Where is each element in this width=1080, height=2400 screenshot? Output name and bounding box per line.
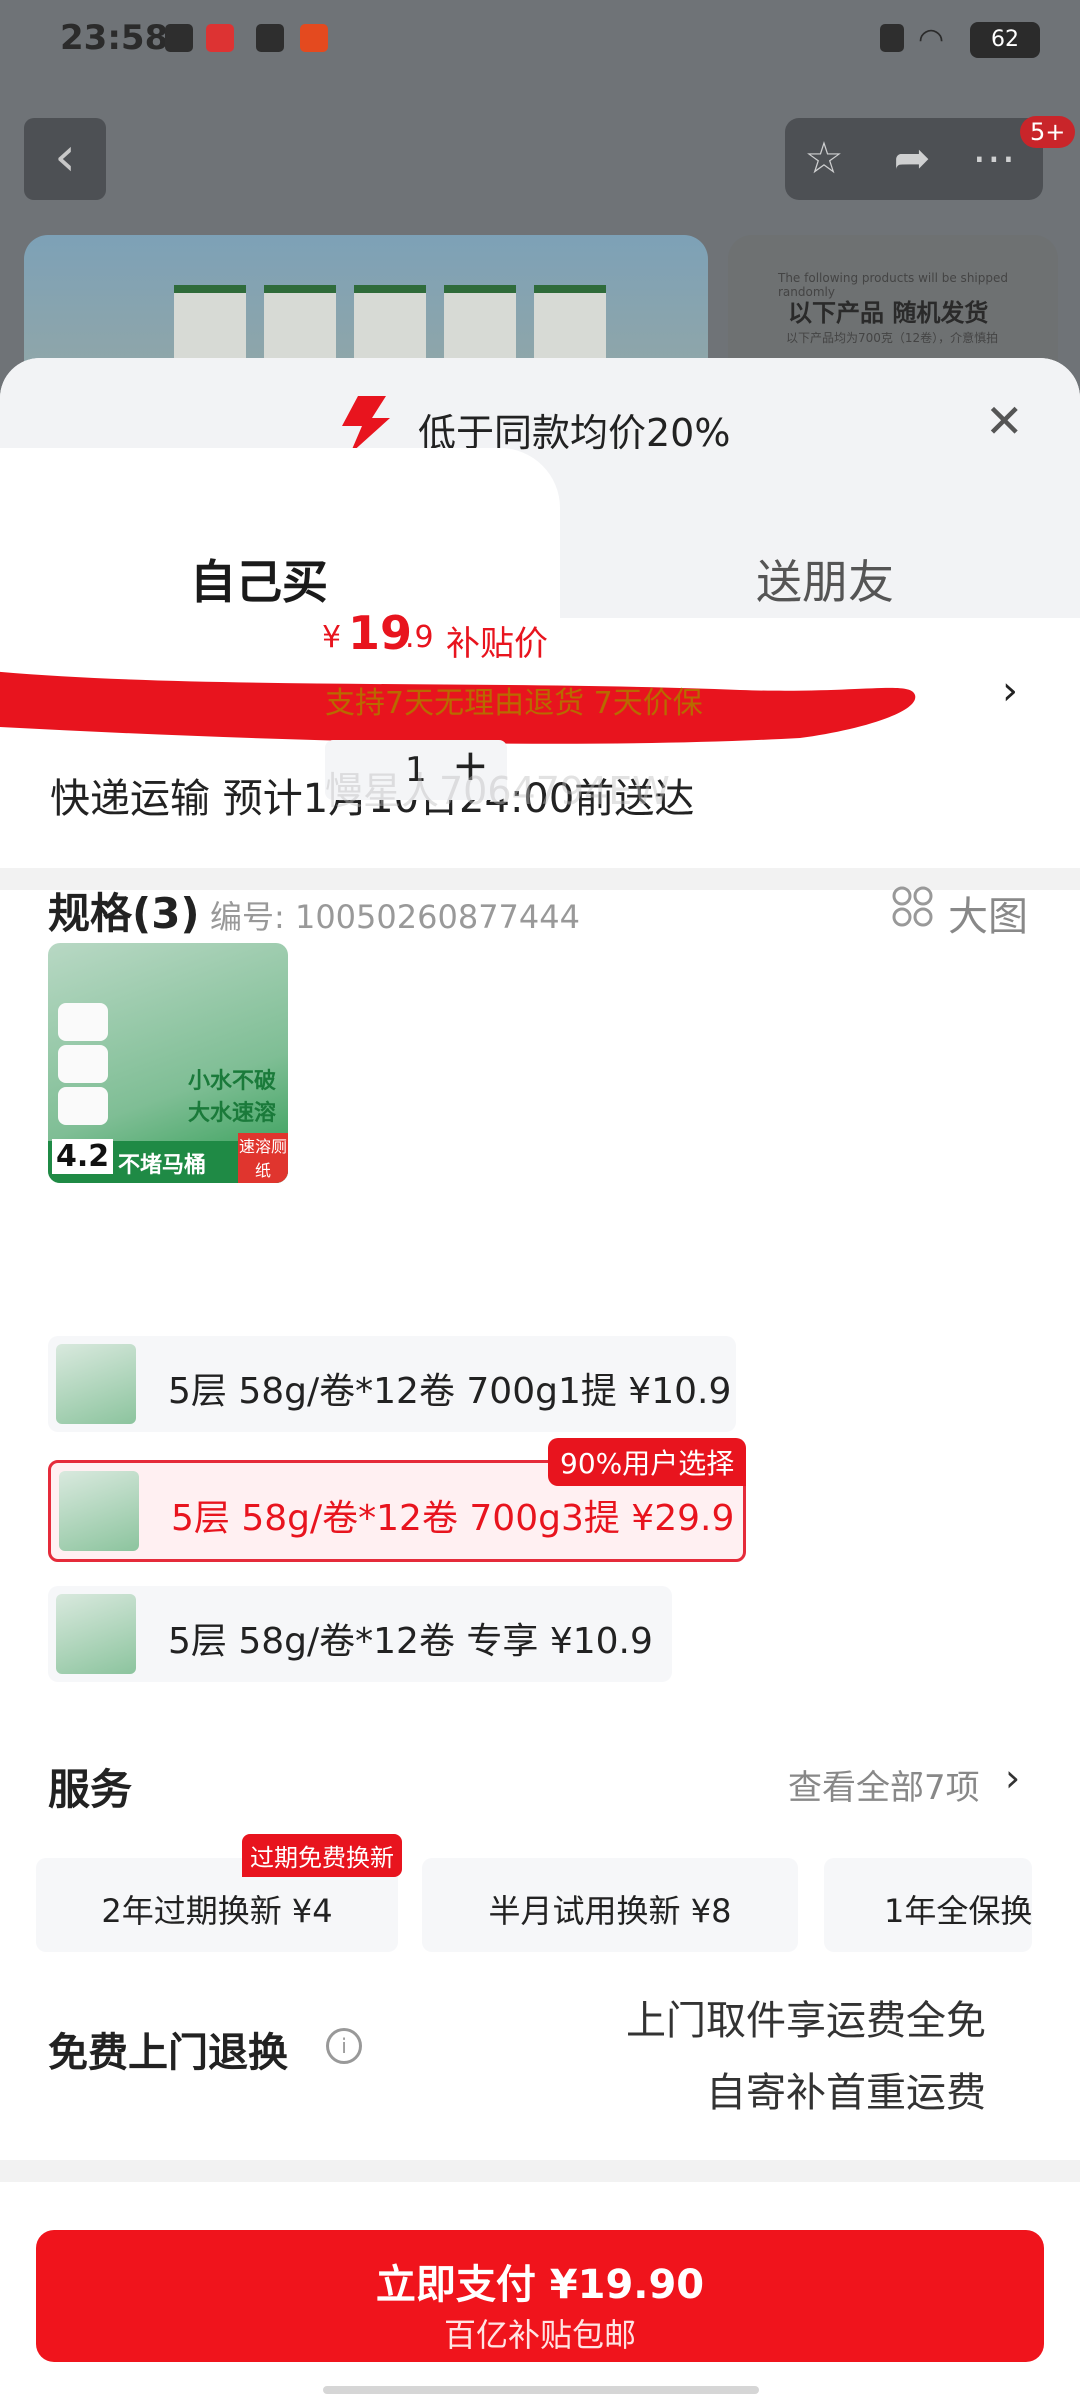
divider xyxy=(0,2160,1080,2182)
image-corner-text: 速溶厕纸 xyxy=(238,1133,288,1183)
home-indicator[interactable] xyxy=(323,2386,759,2394)
service-card-label: 1年全保换 xyxy=(884,1892,1032,1930)
spec-option-label: 5层 58g/卷*12卷 专享 ¥10.9 xyxy=(168,1621,653,1662)
grid-icon[interactable] xyxy=(892,886,934,928)
spec-code: 编号: 10050260877444 xyxy=(210,898,580,936)
favorite-icon[interactable]: ☆ xyxy=(795,130,853,188)
spec-option-label: 5层 58g/卷*12卷 700g3提 ¥29.9 xyxy=(171,1498,735,1539)
spec-thumbnail xyxy=(56,1594,136,1674)
service-card-label: 2年过期换新 ¥4 xyxy=(101,1892,333,1930)
free-return-line2: 自寄补首重运费 xyxy=(706,2070,986,2116)
watermark: 慢星人7064794EW xyxy=(325,769,670,813)
price-currency: ¥ xyxy=(322,620,342,655)
message-icon xyxy=(165,24,193,52)
service-title: 服务 xyxy=(48,1765,133,1814)
chevron-right-icon[interactable]: › xyxy=(1002,668,1018,714)
price-decimal: .9 xyxy=(405,620,434,655)
more-icon[interactable]: ⋯ xyxy=(965,130,1023,188)
chevron-right-icon[interactable]: › xyxy=(1005,1756,1020,1800)
info-icon[interactable]: i xyxy=(326,2028,362,2064)
product-image[interactable]: 小水不破 大水速溶 4.2 不堵马桶 速溶厕纸 xyxy=(48,943,288,1183)
roll-shape xyxy=(58,1003,108,1041)
service-badge: 过期免费换新 xyxy=(242,1834,402,1877)
image-bottom-text: 不堵马桶 xyxy=(118,1153,207,1178)
pay-button[interactable]: 立即支付 ¥19.90 百亿补贴包邮 xyxy=(36,2230,1044,2362)
back-button[interactable]: ‹ xyxy=(24,118,106,200)
support-text: 支持7天无理由退货 7天价保 xyxy=(325,686,703,721)
lightning-icon xyxy=(342,396,390,454)
status-bar: 23:58 ◠ 62 xyxy=(0,0,1080,90)
popular-badge: 90%用户选择 xyxy=(548,1438,747,1486)
status-time: 23:58 xyxy=(60,18,169,58)
image-slogan: 小水不破 大水速溶 xyxy=(188,1069,277,1126)
free-return-title: 免费上门退换 xyxy=(48,2030,288,2076)
roll-shape xyxy=(58,1045,108,1083)
image-number: 4.2 xyxy=(52,1139,114,1174)
price-tag: 补贴价 xyxy=(446,624,548,664)
banner-text-main: 以下产品 随机发货 xyxy=(788,299,989,327)
spec-thumbnail xyxy=(59,1471,139,1551)
pay-button-label: 立即支付 ¥19.90 xyxy=(375,2262,705,2308)
wifi-icon: ◠ xyxy=(918,22,945,57)
spec-option-label: 5层 58g/卷*12卷 700g1提 ¥10.9 xyxy=(168,1371,732,1412)
tab-gift-friend[interactable]: 送朋友 xyxy=(756,546,894,612)
price-integer: 19 xyxy=(348,606,413,660)
app-notification-icon xyxy=(206,24,234,52)
notification-badge: 5+ xyxy=(1020,116,1076,148)
banner-text-note: 以下产品均为700克（12卷），介意慎拍 xyxy=(786,331,999,345)
roll-shape xyxy=(58,1087,108,1125)
tab-bar: 自己买 送朋友 xyxy=(0,448,1080,618)
spec-option[interactable]: 5层 58g/卷*12卷 专享 ¥10.9 xyxy=(48,1586,672,1682)
silent-icon xyxy=(880,24,904,52)
tab-self-buy-label[interactable]: 自己买 xyxy=(190,546,328,612)
spec-title: 规格(3) xyxy=(48,889,200,938)
spec-option[interactable]: 5层 58g/卷*12卷 700g1提 ¥10.9 xyxy=(48,1336,736,1432)
service-card[interactable]: 1年全保换 xyxy=(824,1858,1032,1952)
share-icon[interactable]: ➦ xyxy=(883,130,941,188)
battery-indicator: 62 xyxy=(970,22,1040,58)
spec-thumbnail xyxy=(56,1344,136,1424)
view-all-services[interactable]: 查看全部7项 xyxy=(788,1760,980,1809)
big-image-button[interactable]: 大图 xyxy=(948,884,1028,942)
close-icon[interactable]: ✕ xyxy=(985,398,1024,444)
shop-icon xyxy=(300,24,328,52)
free-return-line1: 上门取件享运费全免 xyxy=(626,1998,986,2044)
top-action-bar: ☆ ➦ ⋯ xyxy=(785,118,1043,200)
play-icon xyxy=(256,24,284,52)
service-card-label: 半月试用换新 ¥8 xyxy=(488,1892,732,1930)
pay-button-sublabel: 百亿补贴包邮 xyxy=(443,2316,636,2354)
service-card[interactable]: 半月试用换新 ¥8 xyxy=(422,1858,798,1952)
